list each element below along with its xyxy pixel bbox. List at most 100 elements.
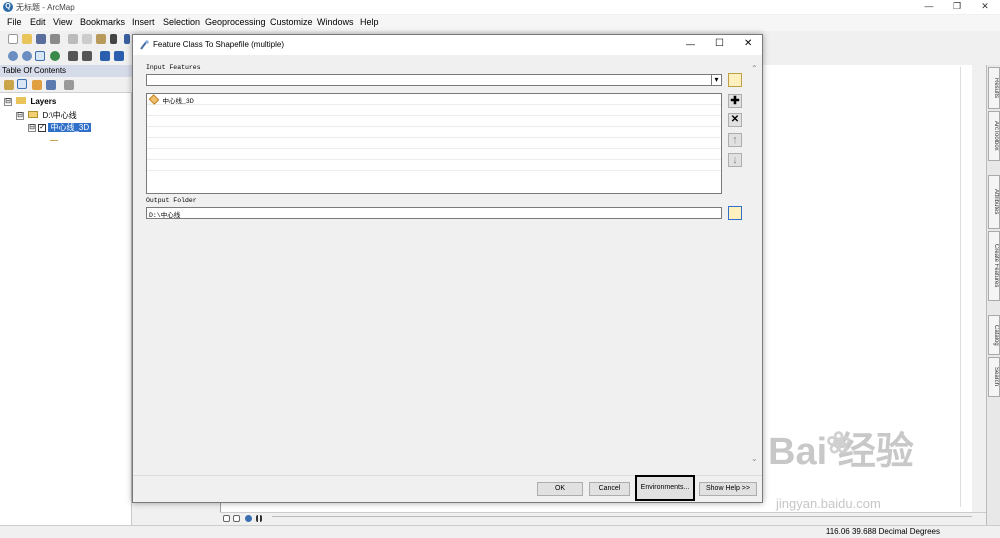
toc-title: Table Of Contents [0, 65, 132, 77]
collapse-icon[interactable]: ⊟ [16, 111, 24, 120]
list-by-selection-icon[interactable] [46, 80, 56, 90]
add-icon[interactable]: ✚ [728, 94, 742, 108]
cut-icon[interactable] [68, 34, 78, 44]
scroll-down-icon[interactable]: ⌄ [751, 454, 758, 463]
menu-bar: File Edit View Bookmarks Insert Selectio… [0, 15, 1000, 31]
ok-button[interactable]: OK [537, 482, 583, 496]
remove-icon[interactable]: ✕ [728, 113, 742, 127]
folder-icon [28, 111, 39, 118]
browse-folder-icon[interactable] [728, 206, 742, 220]
options-icon[interactable] [64, 80, 74, 90]
layer-tree-node[interactable]: ⊟ ✓ 中心线_3D [28, 122, 92, 133]
list-by-visibility-icon[interactable] [32, 80, 42, 90]
results-tab[interactable]: Results [988, 67, 1000, 109]
dialog-maximize-button[interactable]: ☐ [715, 38, 724, 49]
collapse-icon[interactable]: ⊟ [4, 97, 12, 106]
menu-edit[interactable]: Edit [30, 17, 46, 27]
app-titlebar: Q 无标题 - ArcMap — ❐ ✕ [0, 0, 1000, 14]
table-of-contents-panel: Table Of Contents ⊟ Layers ⊟ D:\中心线 ⊟ ✓ … [0, 65, 132, 525]
print-icon[interactable] [50, 34, 60, 44]
list-row-empty [147, 138, 721, 149]
menu-selection[interactable]: Selection [163, 17, 200, 27]
menu-insert[interactable]: Insert [132, 17, 155, 27]
map-bottom-bar [220, 512, 986, 525]
pause-drawing-icon[interactable] [256, 515, 262, 522]
menu-help[interactable]: Help [360, 17, 379, 27]
list-row-empty [147, 127, 721, 138]
attributes-tab[interactable]: Attributes [988, 175, 1000, 229]
input-features-combobox[interactable]: ▾ [146, 74, 722, 86]
layer-symbol-line [50, 140, 58, 141]
refresh-icon[interactable] [245, 515, 252, 522]
menu-view[interactable]: View [53, 17, 72, 27]
geoprocessing-tool-icon [139, 40, 149, 50]
right-dock: Results ArcToolbox Attributes Create Fea… [986, 65, 1000, 525]
status-bar: 116.06 39.688 Decimal Degrees [0, 525, 1000, 538]
list-by-source-icon[interactable] [17, 79, 27, 89]
output-folder-value: D:\中心线 [149, 212, 181, 219]
minimize-button[interactable]: — [922, 1, 936, 12]
layers-icon [16, 97, 27, 104]
output-folder-field[interactable]: D:\中心线 [146, 207, 722, 219]
fixed-zoom-in-icon[interactable] [68, 51, 78, 61]
move-down-icon[interactable]: ↓ [728, 153, 742, 167]
search-tab[interactable]: Search [988, 357, 1000, 397]
menu-file[interactable]: File [7, 17, 22, 27]
data-view-icon[interactable] [223, 515, 230, 522]
paste-icon[interactable] [96, 34, 106, 44]
menu-geoprocessing[interactable]: Geoprocessing [205, 17, 266, 27]
dialog-close-button[interactable]: ✕ [744, 38, 752, 49]
layer-label[interactable]: 中心线_3D [48, 123, 92, 132]
show-help-button[interactable]: Show Help >> [699, 482, 757, 496]
environments-button[interactable]: Environments... [635, 475, 695, 501]
layer-visibility-checkbox[interactable]: ✓ [38, 123, 47, 132]
menu-bookmarks[interactable]: Bookmarks [80, 17, 125, 27]
arctoolbox-tab[interactable]: ArcToolbox [988, 111, 1000, 161]
move-up-icon[interactable]: ↑ [728, 133, 742, 147]
save-icon[interactable] [36, 34, 46, 44]
undo-icon[interactable] [124, 34, 130, 44]
map-vertical-scrollbar[interactable] [960, 67, 968, 507]
copy-icon[interactable] [82, 34, 92, 44]
baidu-paw-icon: ❀ [826, 427, 852, 460]
list-by-drawing-order-icon[interactable] [4, 80, 14, 90]
scroll-up-icon[interactable]: ⌃ [751, 64, 758, 73]
map-horizontal-scrollbar[interactable] [272, 516, 972, 522]
forward-arrow-icon[interactable] [114, 51, 124, 61]
create-features-tab[interactable]: Create Features [988, 231, 1000, 301]
pan-hand-icon[interactable] [35, 51, 45, 61]
dialog-minimize-button[interactable]: — [686, 39, 695, 49]
menu-windows[interactable]: Windows [317, 17, 354, 27]
zoom-out-icon[interactable] [22, 51, 32, 61]
toc-toolbar [0, 77, 132, 93]
new-document-icon[interactable] [8, 34, 18, 44]
browse-folder-icon[interactable] [728, 73, 742, 87]
close-button[interactable]: ✕ [978, 1, 992, 12]
cancel-button[interactable]: Cancel [589, 482, 630, 496]
folder-label: D:\中心线 [42, 111, 77, 120]
fixed-zoom-out-icon[interactable] [82, 51, 92, 61]
collapse-icon[interactable]: ⊟ [28, 123, 36, 132]
layers-tree-root[interactable]: ⊟ Layers [4, 97, 56, 106]
layers-label: Layers [30, 97, 57, 106]
input-features-list[interactable]: 中心线_3D [146, 93, 722, 194]
list-row-empty [147, 116, 721, 127]
list-row-empty [147, 149, 721, 160]
list-item[interactable]: 中心线_3D [147, 94, 721, 105]
catalog-tab[interactable]: Catalog [988, 315, 1000, 355]
list-item-label: 中心线_3D [162, 98, 194, 105]
open-folder-icon[interactable] [22, 34, 32, 44]
restore-button[interactable]: ❐ [950, 1, 964, 12]
back-arrow-icon[interactable] [100, 51, 110, 61]
input-features-label: Input Features [146, 64, 201, 71]
dialog-titlebar: Feature Class To Shapefile (multiple) — … [133, 35, 762, 55]
menu-customize[interactable]: Customize [270, 17, 313, 27]
full-extent-icon[interactable] [50, 51, 60, 61]
layout-view-icon[interactable] [233, 515, 240, 522]
zoom-in-icon[interactable] [8, 51, 18, 61]
coordinate-readout: 116.06 39.688 Decimal Degrees [825, 527, 940, 536]
dialog-vertical-scrollbar[interactable]: ⌃ ⌄ [750, 64, 760, 464]
folder-tree-node[interactable]: ⊟ D:\中心线 [16, 110, 77, 121]
delete-icon[interactable] [110, 34, 117, 44]
dropdown-arrow-icon[interactable]: ▾ [711, 75, 721, 85]
